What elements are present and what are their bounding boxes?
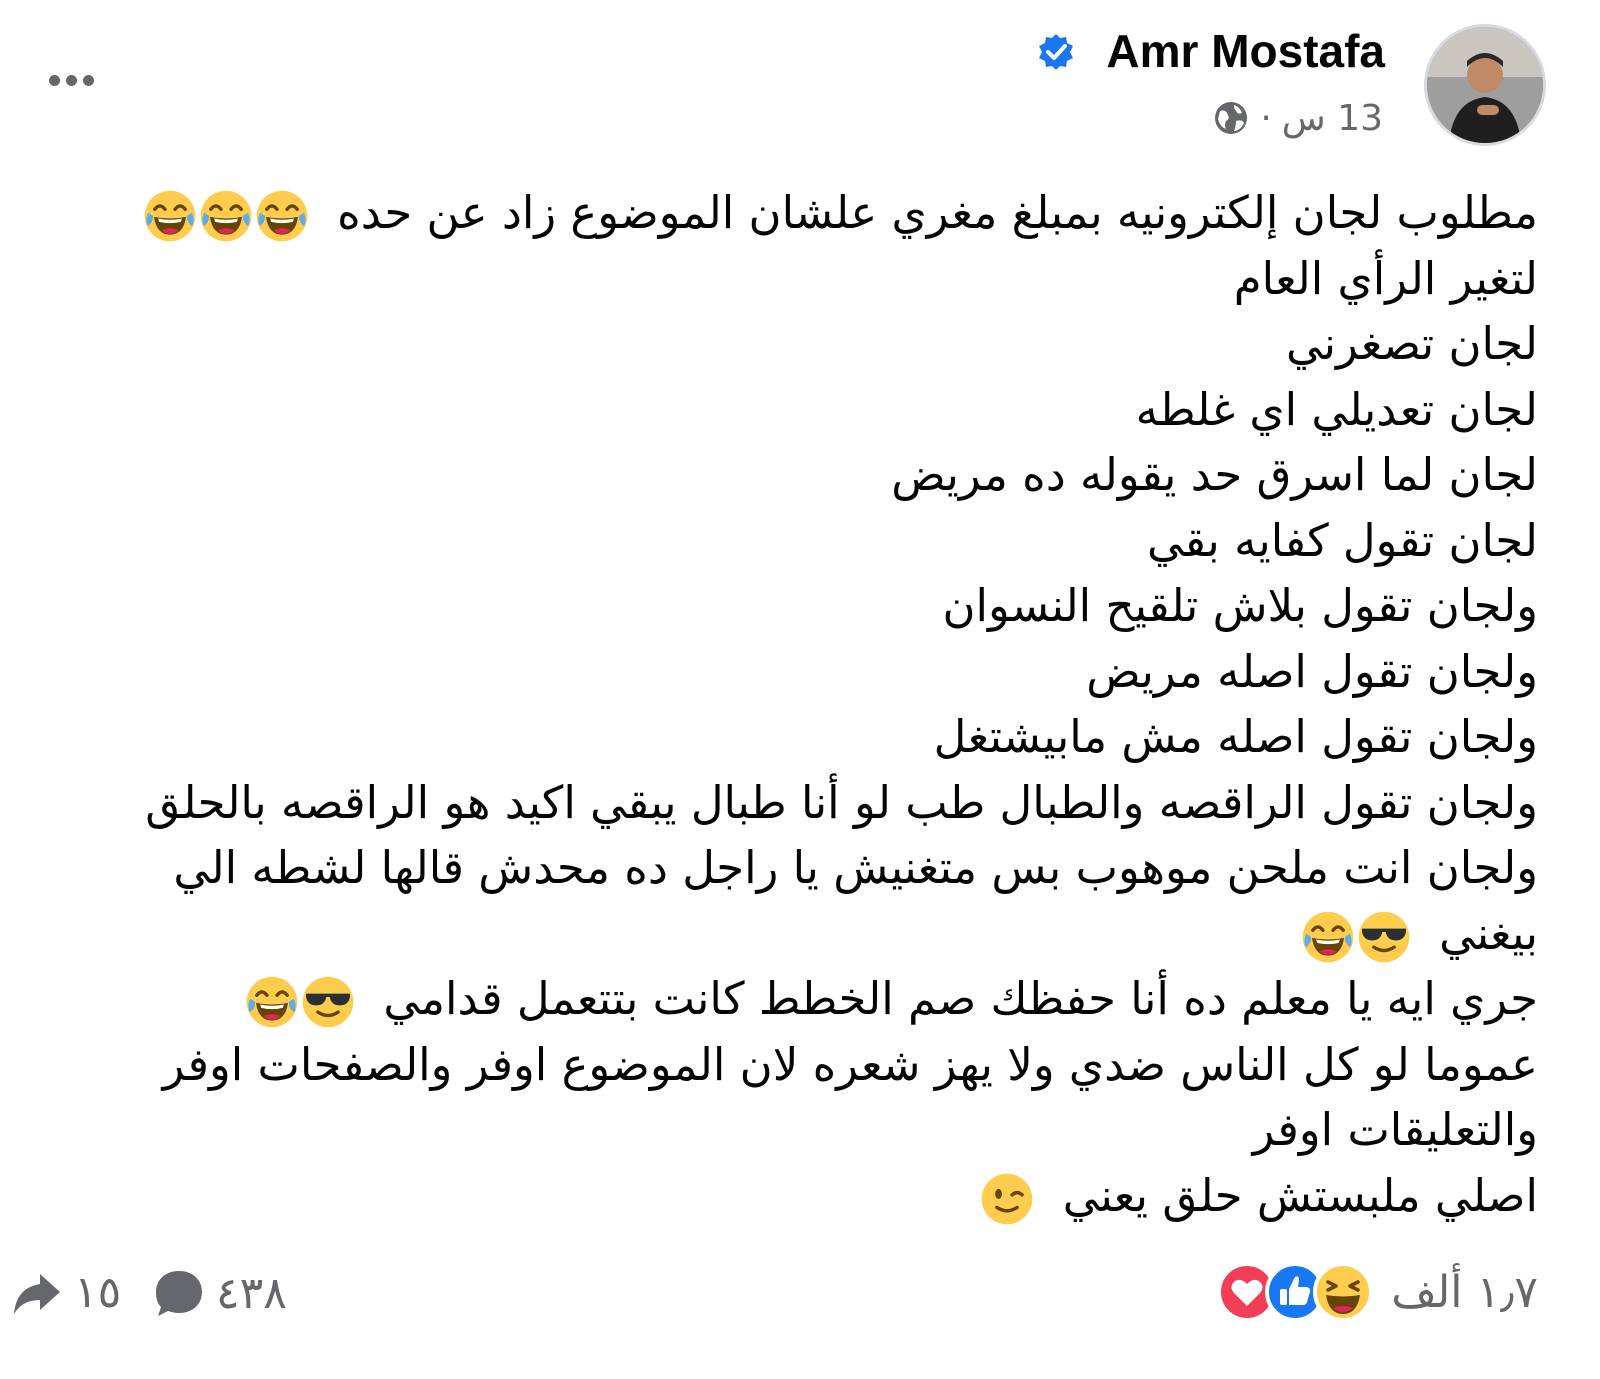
smiling-face-with-sunglasses-icon <box>301 975 355 1029</box>
share-arrow-icon <box>14 1274 60 1314</box>
reaction-icons <box>1217 1262 1374 1322</box>
face-with-tears-of-joy-icon <box>143 189 197 243</box>
post-line: ولجان انت ملحن موهوب بس متغنيش يا راجل د… <box>173 841 1538 894</box>
verified-badge-icon <box>1039 34 1073 70</box>
post-line: والتعليقات اوفر <box>1252 1103 1538 1156</box>
smiling-face-with-sunglasses-icon <box>1357 910 1411 964</box>
post-line: ولجان تقول بلاش تلقيح النسوان <box>942 579 1538 632</box>
post-line: عموما لو كل الناس ضدي ولا يهز شعره لان ا… <box>162 1037 1538 1091</box>
face-with-tears-of-joy-icon <box>245 975 299 1029</box>
comments-count: ٤٣٨ <box>216 1267 287 1319</box>
meta-separator: · <box>1260 97 1272 139</box>
face-with-tears-of-joy-icon <box>255 189 309 243</box>
reactions-count: ١٫٧ ألف <box>1391 1266 1538 1318</box>
winking-face-icon <box>980 1172 1034 1226</box>
face-with-tears-of-joy-icon <box>199 189 253 243</box>
post-line: بيغني <box>40 901 1538 967</box>
post-line: لجان تقول كفايه بقي <box>1146 513 1538 567</box>
post-line: مطلوب لجان إلكترونيه بمبلغ مغري علشان ال… <box>40 180 1538 246</box>
comments-count-button[interactable]: ٤٣٨ <box>152 1266 287 1320</box>
post-text: مطلوب لجان إلكترونيه بمبلغ مغري علشان ال… <box>40 180 1538 1228</box>
post-line: ولجان تقول الراقصه والطبال طب لو أنا طبا… <box>145 775 1538 829</box>
post-line: لجان تصغرني <box>1286 317 1538 370</box>
post-line: ولجان تقول اصله مريض <box>1086 644 1538 698</box>
more-options-button[interactable] <box>40 58 102 102</box>
post-line: ولجان تقول اصله مش مابيشتغل <box>933 710 1538 763</box>
post-line: لجان لما اسرق حد يقوله ده مريض <box>891 448 1538 501</box>
shares-count: ١٥ <box>74 1266 122 1318</box>
comment-bubble-icon <box>156 1271 202 1316</box>
reactions-summary-button[interactable]: ١٫٧ ألف <box>1217 1262 1538 1322</box>
haha-reaction-icon <box>1313 1262 1374 1322</box>
avatar[interactable] <box>1424 24 1546 146</box>
post-line: جري ايه يا معلم ده أنا حفظك صم الخطط كان… <box>40 966 1538 1032</box>
post-line: اصلي ملبستش حلق يعني <box>40 1163 1538 1229</box>
shares-count-button[interactable]: ١٥ <box>10 1266 121 1318</box>
post-line: لتغير الرأي العام <box>1233 251 1538 305</box>
post-timestamp-link[interactable]: 13 س <box>1282 98 1383 139</box>
more-options-icon <box>48 74 60 86</box>
author-name-link[interactable]: Amr Mostafa <box>1106 24 1385 78</box>
post-meta: 13 س · <box>1212 96 1383 140</box>
post-footer: ١٥ ٤٣٨ ١٫٧ ألف <box>0 1258 1600 1328</box>
globe-icon[interactable] <box>1212 99 1250 137</box>
post-line: لجان تعديلي اي غلطه <box>1135 382 1538 436</box>
face-with-tears-of-joy-icon <box>1301 910 1355 964</box>
